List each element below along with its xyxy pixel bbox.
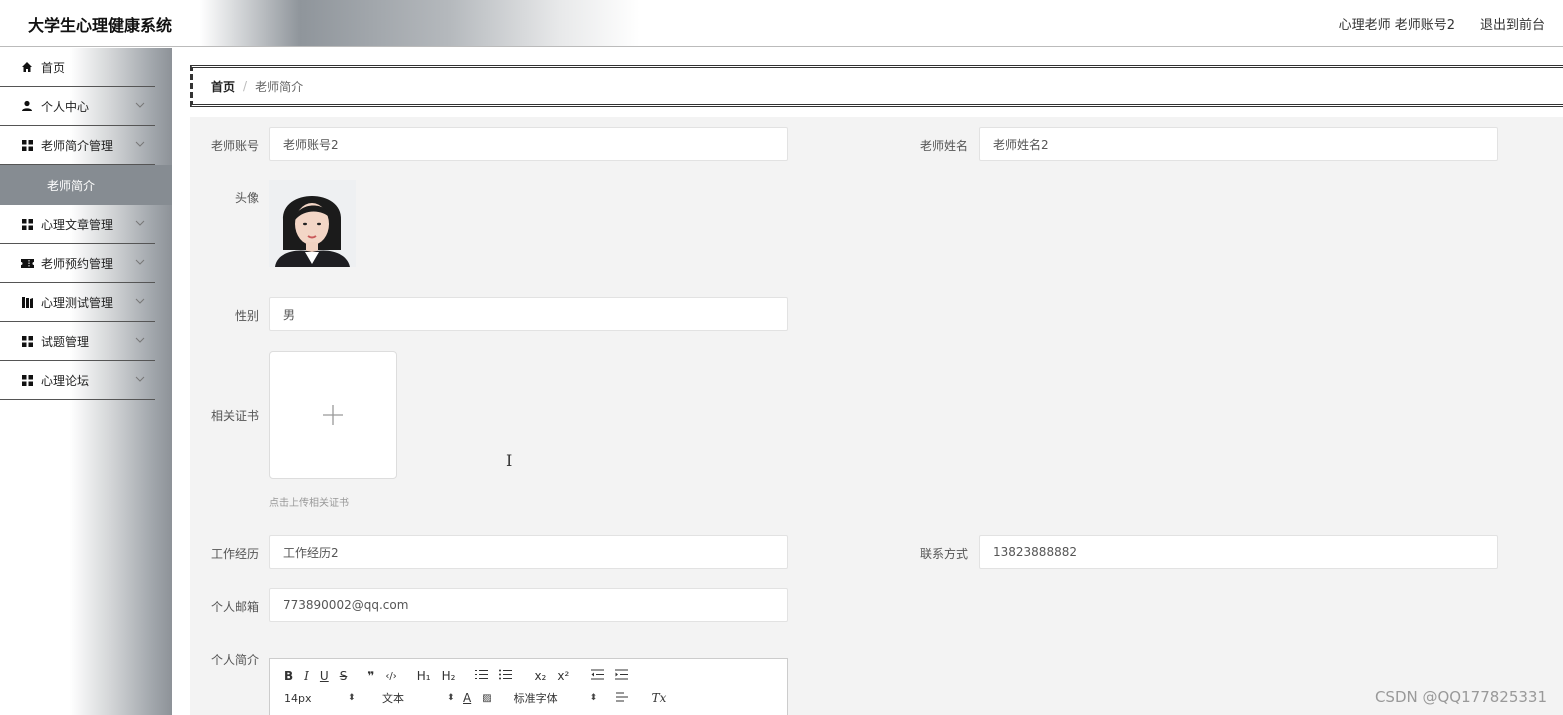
work-experience-label: 工作经历 bbox=[210, 547, 259, 561]
superscript-button[interactable]: x² bbox=[557, 669, 569, 683]
top-header: 大学生心理健康系统 心理老师 老师账号2 退出到前台 bbox=[0, 0, 1563, 47]
align-icon[interactable] bbox=[615, 691, 628, 705]
exit-to-frontend-link[interactable]: 退出到前台 bbox=[1480, 14, 1545, 33]
avatar-label: 头像 bbox=[234, 191, 259, 205]
contact-input[interactable] bbox=[979, 535, 1498, 569]
grid-icon bbox=[20, 138, 34, 152]
gender-input[interactable] bbox=[269, 297, 788, 331]
chevron-down-icon bbox=[135, 141, 145, 147]
teacher-account-input[interactable] bbox=[269, 127, 788, 161]
chevron-down-icon bbox=[135, 337, 145, 343]
grid-icon bbox=[20, 334, 34, 348]
contact-label: 联系方式 bbox=[919, 547, 968, 561]
font-family-value: 标准字体 bbox=[513, 692, 558, 705]
ordered-list-icon[interactable] bbox=[475, 669, 489, 683]
header-select-value: 文本 bbox=[382, 692, 404, 705]
email-input[interactable] bbox=[269, 588, 788, 622]
sidebar-item-label: 心理文章管理 bbox=[41, 217, 114, 232]
font-size-select[interactable]: 14px ⬍ bbox=[284, 692, 356, 705]
chevron-down-icon bbox=[135, 376, 145, 382]
sidebar-item-teacher-intro-management[interactable]: 老师简介管理 bbox=[0, 126, 155, 165]
intro-label: 个人简介 bbox=[210, 653, 259, 667]
sidebar-item-home[interactable]: 首页 bbox=[0, 48, 155, 87]
outdent-icon[interactable] bbox=[591, 669, 605, 683]
editor-toolbar-row-1: B I U S ❞ ‹/› H₁ H₂ x₂ x² bbox=[284, 669, 639, 683]
app-title: 大学生心理健康系统 bbox=[28, 16, 173, 35]
sidebar-item-label: 试题管理 bbox=[41, 334, 90, 349]
rich-text-editor[interactable]: B I U S ❞ ‹/› H₁ H₂ x₂ x² 14px ⬍ 文本 ⬍ A … bbox=[269, 658, 788, 715]
font-color-icon[interactable]: A bbox=[463, 691, 471, 705]
certificate-upload-tip: 点击上传相关证书 bbox=[269, 498, 349, 509]
work-experience-input[interactable] bbox=[269, 535, 788, 569]
bullet-list-icon[interactable] bbox=[499, 669, 513, 683]
certificate-label: 相关证书 bbox=[210, 409, 259, 423]
sidebar-item-label: 老师简介管理 bbox=[41, 138, 114, 153]
text-cursor-icon: I bbox=[506, 451, 513, 470]
font-family-select[interactable]: 标准字体 ⬍ bbox=[514, 690, 600, 706]
h1-button[interactable]: H₁ bbox=[417, 669, 431, 683]
breadcrumb: 首页 / 老师简介 bbox=[190, 65, 1563, 107]
book-icon bbox=[20, 295, 34, 309]
bold-button[interactable]: B bbox=[284, 669, 293, 683]
breadcrumb-separator: / bbox=[243, 79, 248, 93]
sidebar-subitem-teacher-intro[interactable]: 老师简介 bbox=[0, 165, 172, 205]
blockquote-button[interactable]: ❞ bbox=[367, 669, 374, 683]
certificate-upload-button[interactable] bbox=[269, 351, 397, 479]
indent-icon[interactable] bbox=[615, 669, 629, 683]
select-caret-icon: ⬍ bbox=[589, 693, 598, 703]
teacher-account-label: 老师账号 bbox=[210, 139, 259, 153]
email-label: 个人邮箱 bbox=[210, 600, 259, 614]
form-panel: 老师账号 老师姓名 头像 性别 相关证书 点击上传相关证书 I 工作经历 联系方… bbox=[190, 117, 1563, 715]
select-caret-icon: ⬍ bbox=[447, 693, 455, 703]
font-size-value: 14px bbox=[284, 691, 312, 705]
sidebar-item-appointment-management[interactable]: 老师预约管理 bbox=[0, 244, 155, 283]
sidebar-item-label: 老师预约管理 bbox=[41, 256, 114, 271]
h2-button[interactable]: H₂ bbox=[442, 669, 456, 683]
background-color-icon[interactable]: ▨ bbox=[482, 693, 491, 704]
sidebar-item-article-management[interactable]: 心理文章管理 bbox=[0, 205, 155, 244]
code-button[interactable]: ‹/› bbox=[385, 671, 396, 682]
user-icon bbox=[20, 99, 34, 113]
chevron-down-icon bbox=[135, 220, 145, 226]
breadcrumb-current: 老师简介 bbox=[255, 79, 304, 94]
clean-format-button[interactable]: Tx bbox=[652, 691, 667, 705]
teacher-name-label: 老师姓名 bbox=[919, 139, 968, 153]
sidebar-item-label: 首页 bbox=[41, 60, 66, 75]
breadcrumb-home[interactable]: 首页 bbox=[211, 78, 235, 95]
chevron-down-icon bbox=[135, 259, 145, 265]
user-info: 心理老师 老师账号2 bbox=[1338, 18, 1455, 33]
plus-icon bbox=[323, 405, 343, 425]
sidebar-item-personal-center[interactable]: 个人中心 bbox=[0, 87, 155, 126]
sidebar-item-question-management[interactable]: 试题管理 bbox=[0, 322, 155, 361]
teacher-name-input[interactable] bbox=[979, 127, 1498, 161]
strike-button[interactable]: S bbox=[340, 669, 348, 683]
underline-button[interactable]: U bbox=[320, 669, 329, 683]
gender-label: 性别 bbox=[234, 309, 259, 323]
italic-button[interactable]: I bbox=[304, 669, 309, 683]
chevron-down-icon bbox=[135, 102, 145, 108]
avatar-image[interactable] bbox=[269, 180, 356, 267]
sidebar-item-forum[interactable]: 心理论坛 bbox=[0, 361, 155, 400]
sidebar-item-label: 个人中心 bbox=[41, 99, 90, 114]
ticket-icon bbox=[20, 256, 34, 270]
home-icon bbox=[20, 60, 34, 74]
sidebar-item-label: 心理测试管理 bbox=[41, 295, 114, 310]
chevron-down-icon bbox=[135, 298, 145, 304]
subscript-button[interactable]: x₂ bbox=[534, 669, 546, 683]
csdn-watermark: CSDN @QQ177825331 bbox=[1374, 688, 1547, 706]
sidebar-item-test-management[interactable]: 心理测试管理 bbox=[0, 283, 155, 322]
select-caret-icon: ⬍ bbox=[348, 693, 356, 703]
grid-icon bbox=[20, 217, 34, 231]
sidebar-item-label: 心理论坛 bbox=[41, 373, 90, 388]
editor-toolbar-row-2: 14px ⬍ 文本 ⬍ A ▨ 标准字体 ⬍ Tx bbox=[284, 690, 677, 706]
grid-icon bbox=[20, 373, 34, 387]
sidebar: 首页 个人中心 老师简介管理 老师简介 心理文章管理 老师预约管理 心理测试管理… bbox=[0, 48, 172, 715]
